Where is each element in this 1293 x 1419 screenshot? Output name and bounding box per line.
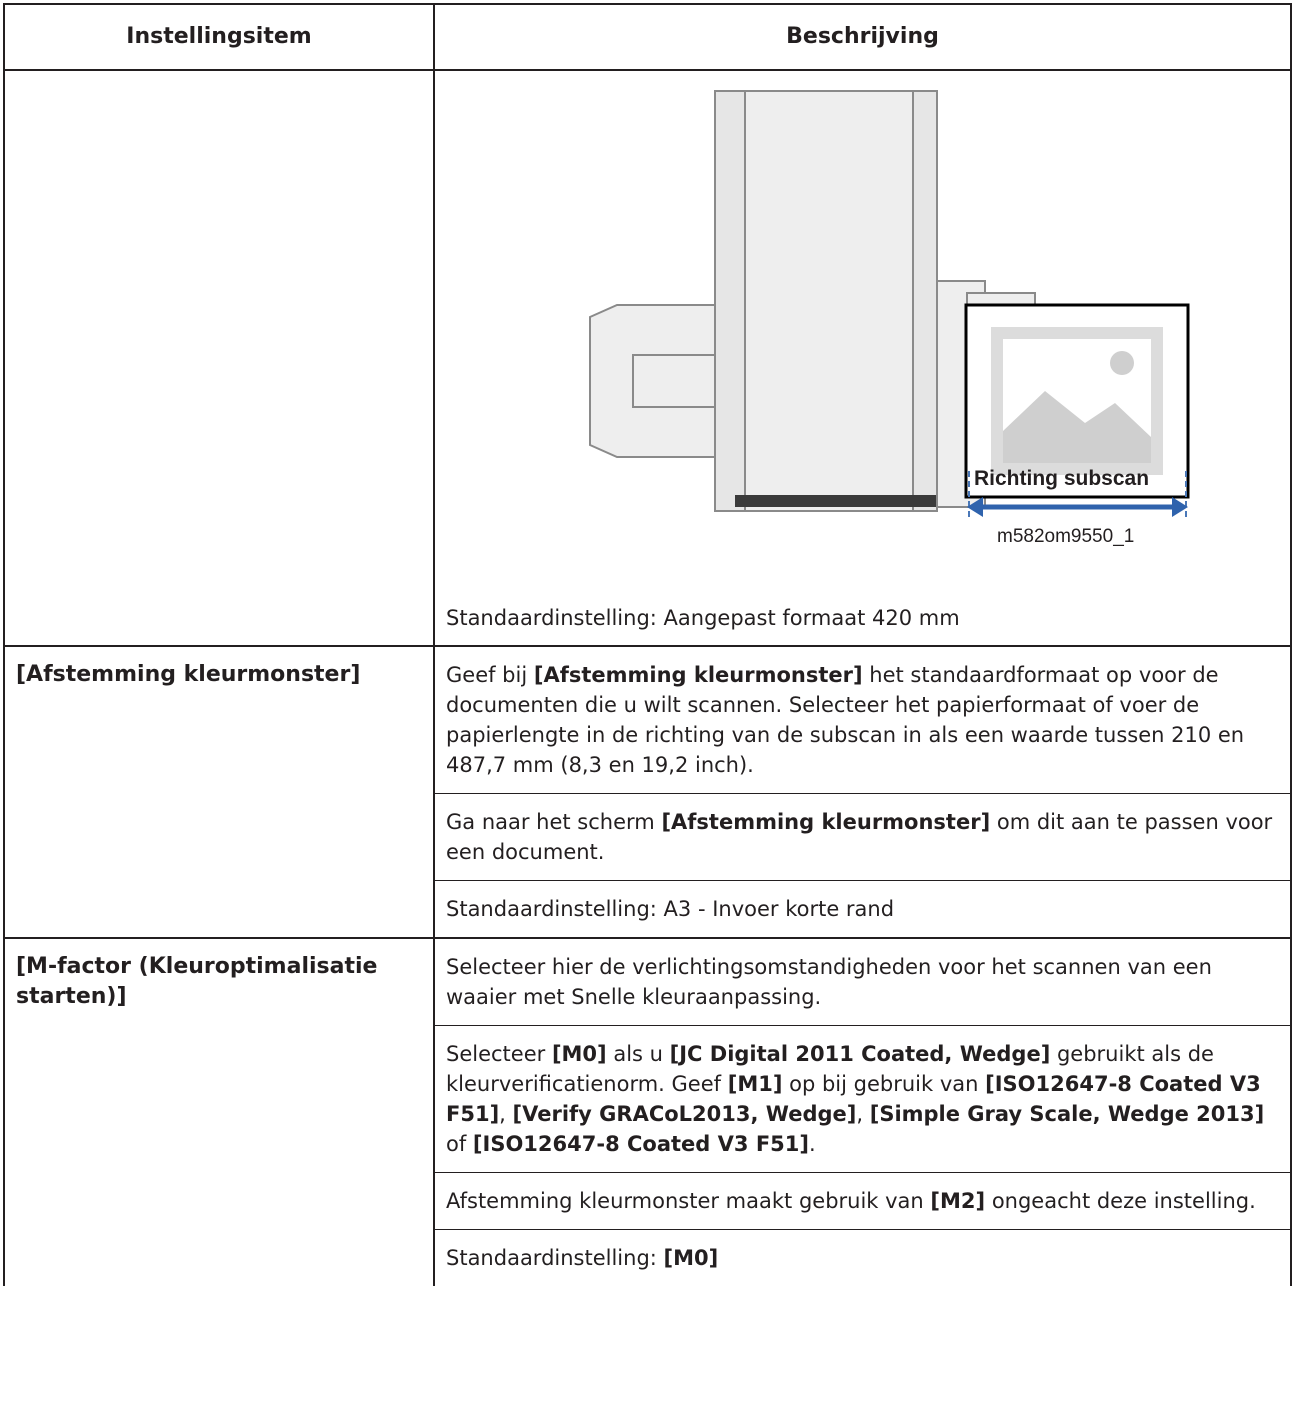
description-cell: Selecteer hier de verlichtingsomstandigh… <box>433 937 1292 1286</box>
description-cell: Richting subscan m582om9550_1 Standaardi… <box>433 69 1292 647</box>
paragraph: Geef bij [Afstemming kleurmonster] het s… <box>446 663 1245 777</box>
paragraph: Ga naar het scherm [Afstemming kleurmons… <box>435 793 1290 880</box>
default-setting: Standaardinstelling: A3 - Invoer korte r… <box>435 880 1290 937</box>
header-item: Instellingsitem <box>3 3 435 71</box>
settings-table: Instellingsitem Beschrijving Richting su… <box>3 3 1292 1286</box>
paragraph: Selecteer [M0] als u [JC Digital 2011 Co… <box>435 1025 1290 1172</box>
header-row: Instellingsitem Beschrijving <box>3 3 1292 71</box>
table-row: Richting subscan m582om9550_1 Standaardi… <box>3 69 1292 647</box>
item-cell: [M-factor (Kleuroptimalisatie starten)] <box>3 937 435 1286</box>
table-row: [Afstemming kleurmonster] Geef bij [Afst… <box>3 645 1292 939</box>
description-cell: Geef bij [Afstemming kleurmonster] het s… <box>433 645 1292 939</box>
paragraph: Afstemming kleurmonster maakt gebruik va… <box>435 1172 1290 1229</box>
scanner-illustration <box>589 90 1190 521</box>
default-setting: Standaardinstelling: Aangepast formaat 4… <box>446 606 960 630</box>
default-setting: Standaardinstelling: [M0] <box>435 1229 1290 1286</box>
table-row: [M-factor (Kleuroptimalisatie starten)] … <box>3 937 1292 1286</box>
header-description: Beschrijving <box>433 3 1292 71</box>
figure-label: Richting subscan <box>974 467 1150 490</box>
paragraph: Selecteer hier de verlichtingsomstandigh… <box>446 955 1212 1009</box>
scanner-figure: Richting subscan m582om9550_1 <box>435 71 1290 591</box>
item-cell: [Afstemming kleurmonster] <box>3 645 435 939</box>
figure-code: m582om9550_1 <box>997 526 1135 547</box>
item-cell-empty <box>3 69 435 647</box>
